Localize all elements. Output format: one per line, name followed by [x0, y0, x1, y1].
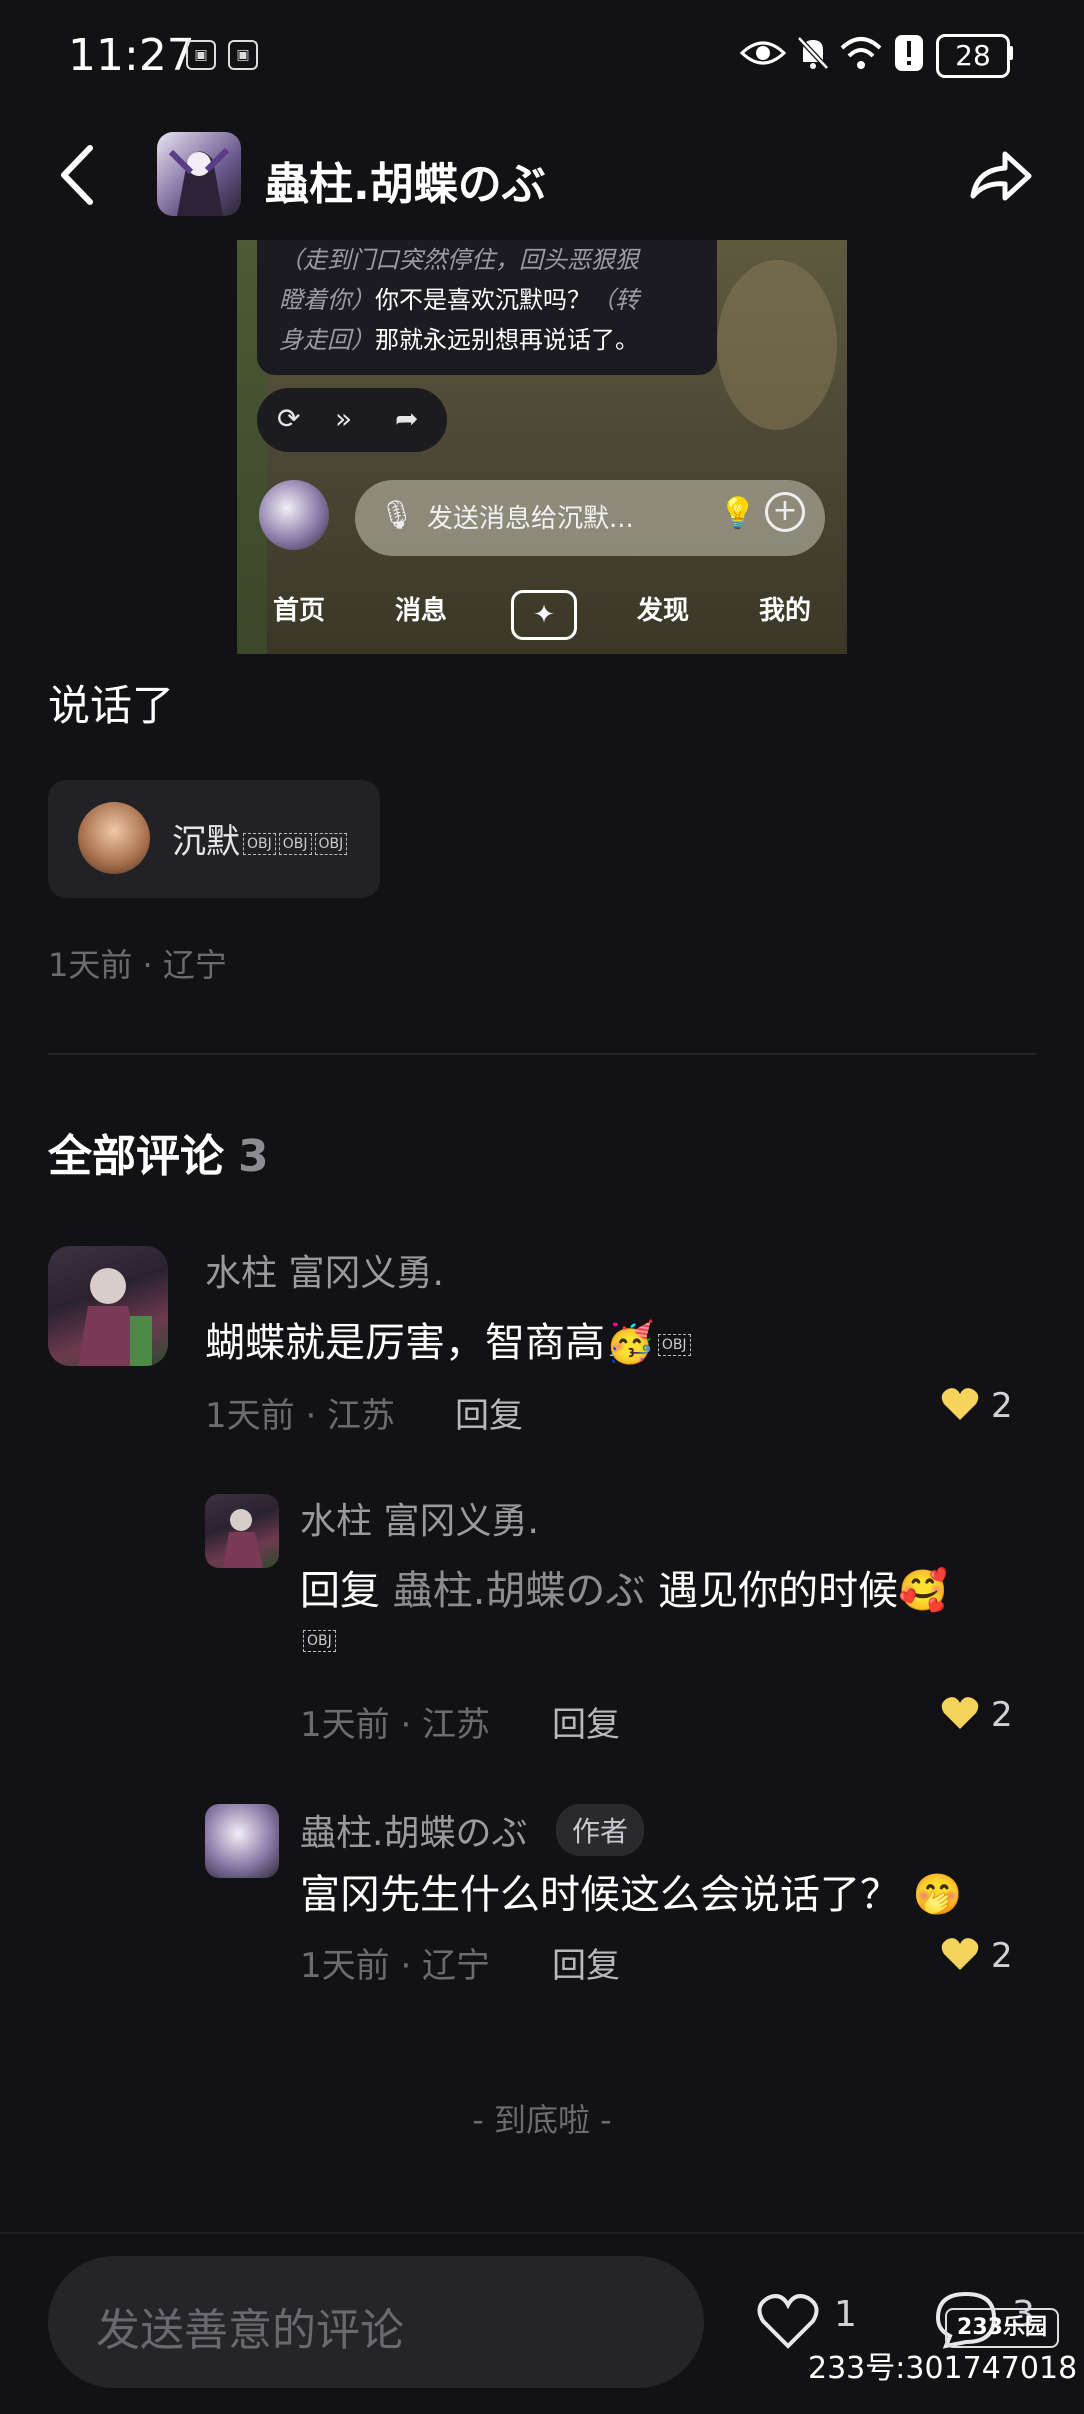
comment-meta: 1天前 · 辽宁: [300, 1946, 491, 1986]
battery-icon: 28: [936, 34, 1010, 78]
reply-target[interactable]: 蟲柱.胡蝶のぶ: [393, 1568, 646, 1614]
refresh-icon: ⟳: [277, 402, 301, 435]
app-header: 蟲柱.胡蝶のぶ: [0, 110, 1084, 240]
like-heart-icon[interactable]: [940, 1386, 980, 1422]
chat-bubble: （走到门口突然停住，回头恶狠狠 瞪着你）你不是喜欢沉默吗？（转 身走回）那就永远…: [257, 240, 717, 375]
comments-heading: 全部评论 3: [48, 1131, 269, 1182]
reply-button[interactable]: 回复: [552, 1938, 620, 1987]
wifi-icon: [840, 37, 882, 69]
post-like-count: 1: [834, 2294, 857, 2335]
nav-home: 首页: [273, 596, 326, 626]
comment-author[interactable]: 水柱 富冈义勇.: [300, 1492, 539, 1544]
character-avatar: [259, 480, 329, 550]
divider: [48, 1053, 1036, 1055]
image-background: [717, 260, 837, 430]
like-heart-icon[interactable]: [940, 1695, 980, 1731]
mention-avatar: [78, 802, 150, 874]
comment-author[interactable]: 水柱 富冈义勇.: [205, 1244, 444, 1296]
mention-name: 沉默 OBJ OBJ OBJ: [172, 814, 348, 863]
comment-meta: 1天前 · 江苏: [205, 1396, 396, 1436]
like-outline-icon[interactable]: [756, 2292, 820, 2350]
battery-tip: [1008, 46, 1013, 60]
commenter-avatar[interactable]: [48, 1246, 168, 1366]
emoji-icon: 🥰: [898, 1568, 948, 1614]
end-of-list: - 到底啦 -: [472, 2101, 612, 2139]
alert-icon: [895, 35, 923, 71]
like-count: 2: [991, 1695, 1013, 1735]
commenter-avatar[interactable]: [205, 1804, 279, 1878]
comment-input[interactable]: 发送善意的评论: [48, 2256, 704, 2388]
watermark-id: 233号:301747018: [808, 2351, 1078, 2386]
comment-text: 回复 蟲柱.胡蝶のぶ 遇见你的时候🥰: [300, 1568, 948, 1614]
post-image[interactable]: （走到门口突然停住，回头恶狠狠 瞪着你）你不是喜欢沉默吗？（转 身走回）那就永远…: [237, 240, 847, 654]
status-time: 11:27: [68, 30, 195, 81]
nav-messages: 消息: [395, 596, 448, 626]
back-arrow-icon[interactable]: [50, 140, 110, 210]
notification-icon: ▣: [228, 40, 258, 70]
message-actions: ⟳ » ➦: [257, 388, 447, 452]
like-count: 2: [991, 1386, 1013, 1426]
create-icon: ✦: [511, 590, 577, 640]
notification-icon: ▣: [186, 40, 216, 70]
message-placeholder: 发送消息给沉默...: [427, 504, 634, 534]
page-title: 蟲柱.胡蝶のぶ: [265, 159, 546, 210]
comment-placeholder: 发送善意的评论: [96, 2305, 404, 2356]
comment-author[interactable]: 蟲柱.胡蝶のぶ: [300, 1804, 527, 1856]
share-icon: ➦: [395, 402, 419, 435]
commenter-avatar[interactable]: [205, 1494, 279, 1568]
fast-forward-icon: »: [335, 402, 353, 435]
nav-discover: 发现: [637, 596, 690, 626]
author-avatar[interactable]: [157, 132, 241, 216]
bulb-icon: 💡: [719, 496, 757, 531]
reply-button[interactable]: 回复: [455, 1388, 523, 1437]
obj-placeholder: OBJ: [300, 1630, 336, 1652]
eye-icon: [740, 41, 786, 65]
comment-text: 富冈先生什么时候这么会说话了？ 🤭: [300, 1872, 963, 1918]
nav-me: 我的: [759, 596, 812, 626]
watermark-logo: 233乐园: [945, 2308, 1059, 2348]
status-bar: 11:27 ▣ ▣ 28: [0, 0, 1084, 110]
mute-bell-icon: [797, 36, 829, 70]
post-text: 说话了: [48, 681, 175, 730]
comment-text: 蝴蝶就是厉害，智商高🥳 OBJ: [205, 1310, 691, 1368]
post-meta: 1天前 · 辽宁: [48, 946, 227, 984]
comment-meta: 1天前 · 江苏: [300, 1705, 491, 1745]
reply-button[interactable]: 回复: [552, 1697, 620, 1746]
like-count: 2: [991, 1936, 1013, 1976]
emoji-icon: 🥳: [605, 1320, 655, 1366]
plus-icon: +: [765, 492, 805, 532]
mic-icon: 🎙: [379, 498, 415, 531]
emoji-icon: 🤭: [900, 1872, 963, 1918]
author-tag: 作者: [556, 1804, 645, 1856]
like-heart-icon[interactable]: [940, 1936, 980, 1972]
mentioned-character-card[interactable]: 沉默 OBJ OBJ OBJ: [48, 780, 380, 898]
share-icon[interactable]: [965, 140, 1035, 210]
